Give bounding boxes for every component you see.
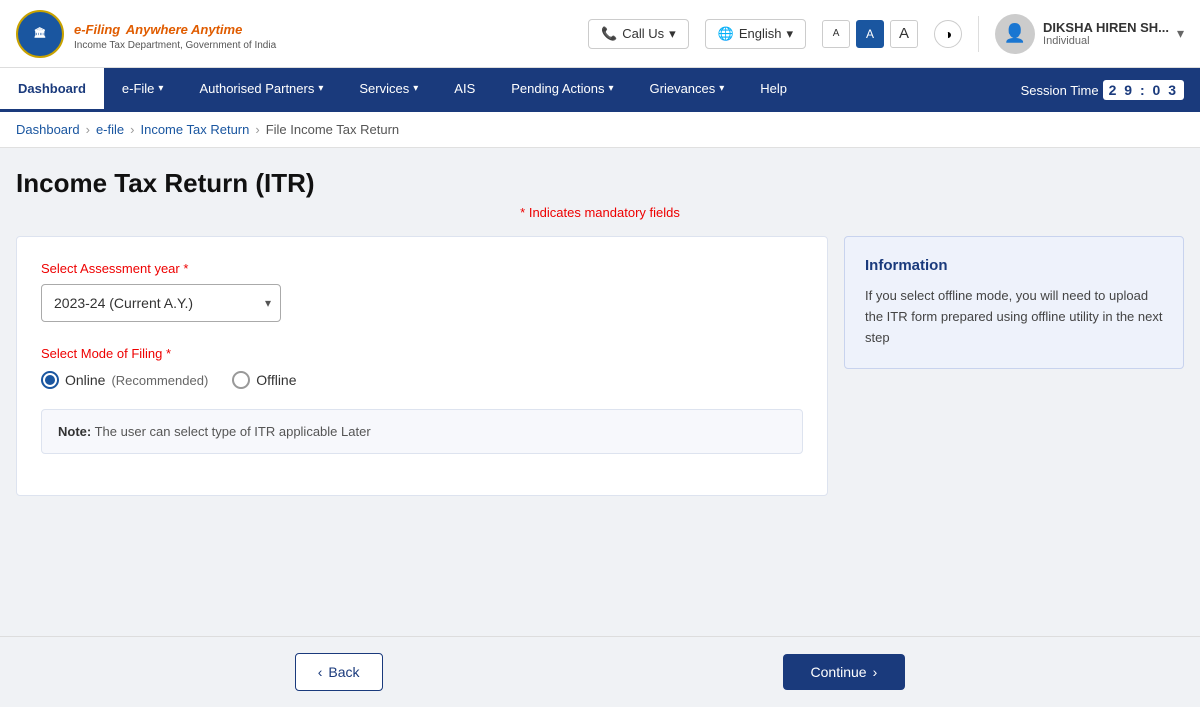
logo-sub: Income Tax Department, Government of Ind… [74,40,276,51]
user-name: DIKSHA HIREN SH... [1043,20,1169,35]
logo-main: e-Filing Anywhere Anytime [74,17,276,40]
breadcrumb-sep: › [130,122,134,137]
session-time: Session Time 2 9 : 0 3 [1005,80,1200,100]
arrow-left-icon: ‹ [318,664,323,680]
nav-item-help[interactable]: Help [742,68,805,112]
nav-item-authorised-partners[interactable]: Authorised Partners ▾ [181,68,341,112]
session-digits: 2 9 : 0 3 [1103,80,1184,100]
phone-icon: 📞 [601,26,617,42]
note-box: Note: The user can select type of ITR ap… [41,409,803,454]
chevron-down-icon: ▾ [413,83,418,94]
breadcrumb-current: File Income Tax Return [266,122,399,137]
assessment-year-wrapper: 2023-24 (Current A.Y.)2022-232021-22 ▾ [41,284,281,322]
font-small-button[interactable]: A [822,20,850,48]
font-controls: A A A [822,20,918,48]
breadcrumb-itr[interactable]: Income Tax Return [140,122,249,137]
info-text: If you select offline mode, you will nee… [865,286,1163,348]
breadcrumb-efile[interactable]: e-file [96,122,124,137]
nav-item-ais[interactable]: AIS [436,68,493,112]
form-card: Select Assessment year * 2023-24 (Curren… [16,236,828,496]
chevron-down-icon: ▾ [158,83,163,94]
back-button[interactable]: ‹ Back [295,653,383,691]
radio-circle-offline [232,371,250,389]
font-large-button[interactable]: A [890,20,918,48]
radio-group-mode: Online (Recommended) Offline [41,371,803,389]
nav-item-pending-actions[interactable]: Pending Actions ▾ [493,68,631,112]
radio-online[interactable]: Online (Recommended) [41,371,208,389]
info-title: Information [865,257,1163,274]
mandatory-note: * Indicates mandatory fields [16,205,1184,220]
top-controls: 📞 Call Us ▾ 🌐 English ▾ A A A ◑ 👤 DIKSHA… [588,14,1184,54]
radio-circle-online [41,371,59,389]
globe-icon: 🌐 [718,26,734,42]
font-medium-button[interactable]: A [856,20,884,48]
footer-bar: ‹ Back Continue › [0,636,1200,707]
page-content: Income Tax Return (ITR) * Indicates mand… [0,148,1200,636]
breadcrumb-dashboard[interactable]: Dashboard [16,122,80,137]
avatar: 👤 [995,14,1035,54]
nav-bar: Dashboard e-File ▾ Authorised Partners ▾… [0,68,1200,112]
nav-item-efile[interactable]: e-File ▾ [104,68,182,112]
contrast-button[interactable]: ◑ [934,20,962,48]
chevron-down-icon: ▾ [669,26,676,42]
radio-offline[interactable]: Offline [232,371,296,389]
assessment-year-label: Select Assessment year * [41,261,803,276]
logo-area: 🏛 e-Filing Anywhere Anytime Income Tax D… [16,10,276,58]
breadcrumb-sep: › [255,122,259,137]
chevron-down-icon: ▾ [608,83,613,94]
divider [978,16,979,52]
info-card: Information If you select offline mode, … [844,236,1184,369]
continue-button[interactable]: Continue › [783,654,906,690]
user-type: Individual [1043,35,1169,47]
call-us-button[interactable]: 📞 Call Us ▾ [588,19,689,49]
chevron-down-icon: ▾ [719,83,724,94]
breadcrumb: Dashboard › e-file › Income Tax Return ›… [0,112,1200,148]
page-title: Income Tax Return (ITR) [16,168,1184,199]
chevron-down-icon: ▾ [318,83,323,94]
chevron-down-icon: ▾ [1177,25,1184,42]
breadcrumb-sep: › [86,122,90,137]
arrow-right-icon: › [873,664,878,680]
emblem-icon: 🏛 [16,10,64,58]
nav-item-services[interactable]: Services ▾ [341,68,436,112]
user-info: DIKSHA HIREN SH... Individual [1043,20,1169,47]
mode-filing-label: Select Mode of Filing * [41,346,803,361]
nav-item-grievances[interactable]: Grievances ▾ [632,68,743,112]
logo-text: e-Filing Anywhere Anytime Income Tax Dep… [74,17,276,51]
assessment-year-select[interactable]: 2023-24 (Current A.Y.)2022-232021-22 [41,284,281,322]
main-layout: Select Assessment year * 2023-24 (Curren… [16,236,1184,496]
nav-item-dashboard[interactable]: Dashboard [0,68,104,112]
top-bar: 🏛 e-Filing Anywhere Anytime Income Tax D… [0,0,1200,68]
chevron-down-icon: ▾ [787,26,794,42]
language-button[interactable]: 🌐 English ▾ [705,19,806,49]
user-area[interactable]: 👤 DIKSHA HIREN SH... Individual ▾ [995,14,1184,54]
